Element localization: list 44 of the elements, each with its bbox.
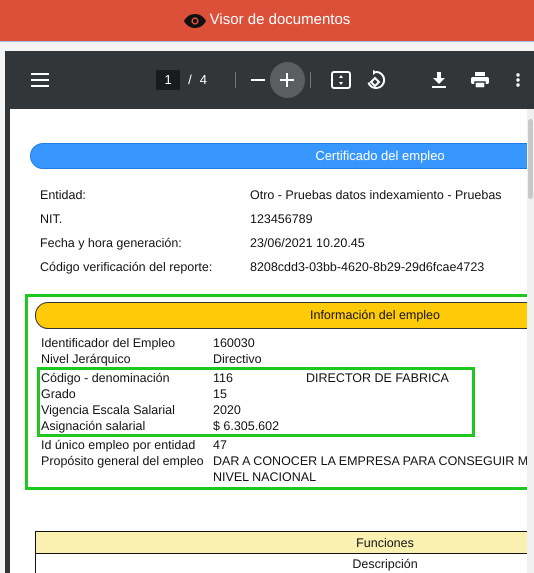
- zoom-in-button[interactable]: [270, 62, 306, 98]
- column-header: Descripción: [351, 556, 419, 573]
- field-value: Directivo: [213, 351, 262, 367]
- fit-page-icon[interactable]: [331, 71, 352, 89]
- field-value: 116: [213, 370, 234, 386]
- field-label: Código - denominación: [41, 370, 171, 386]
- rotate-icon[interactable]: [366, 70, 386, 90]
- field-label: Asignación salarial: [41, 418, 146, 434]
- field-label: NIT.: [40, 210, 64, 228]
- page-total: 4: [200, 71, 207, 90]
- field-label: Código verificación del reporte:: [40, 258, 214, 276]
- scrollbar[interactable]: [527, 109, 534, 573]
- field-value: 2020: [213, 402, 241, 418]
- header-title: Visor de documentos: [210, 10, 350, 30]
- field-value: 160030: [213, 335, 255, 351]
- menu-icon[interactable]: [31, 73, 49, 87]
- field-label: Nivel Jerárquico: [41, 351, 132, 367]
- field-value: 8208cdd3-03bb-4620-8b29-29d6fcae4723: [250, 258, 484, 276]
- field-value: NIVEL NACIONAL: [213, 469, 318, 485]
- field-value: 15: [213, 386, 227, 402]
- eye-icon: [184, 14, 206, 28]
- field-value: 123456789: [250, 210, 313, 228]
- page-number-field[interactable]: 1: [156, 70, 180, 90]
- field-value: Otro - Pruebas datos indexamiento - Pruebas: [250, 186, 502, 204]
- download-icon[interactable]: [432, 72, 446, 88]
- plus-icon: [280, 73, 294, 87]
- field-value: DIRECTOR DE FABRICA: [306, 370, 449, 386]
- page-separator: /: [188, 71, 192, 90]
- section-title-bar: Certificado del empleo: [30, 143, 527, 169]
- field-label: Propósito general del empleo: [41, 453, 205, 470]
- more-icon[interactable]: [516, 73, 520, 87]
- section-title-bar: Información del empleo: [35, 302, 527, 329]
- field-value: DAR A CONOCER LA EMPRESA PARA CONSEGUIR M: [213, 453, 527, 469]
- field-value: 23/06/2021 10.20.45: [250, 234, 365, 252]
- field-label: Id único empleo por entidad: [41, 437, 196, 453]
- field-value: $ 6.305.602: [213, 418, 280, 434]
- print-icon[interactable]: [471, 72, 490, 88]
- field-label: Grado: [41, 386, 77, 402]
- field-label: Fecha y hora generación:: [40, 234, 183, 252]
- field-label: Entidad:: [40, 186, 87, 204]
- table-header: Funciones: [36, 532, 527, 554]
- field-label: Identificador del Empleo: [41, 335, 176, 351]
- field-value: 47: [213, 437, 227, 453]
- field-label: Vigencia Escala Salarial: [41, 402, 176, 418]
